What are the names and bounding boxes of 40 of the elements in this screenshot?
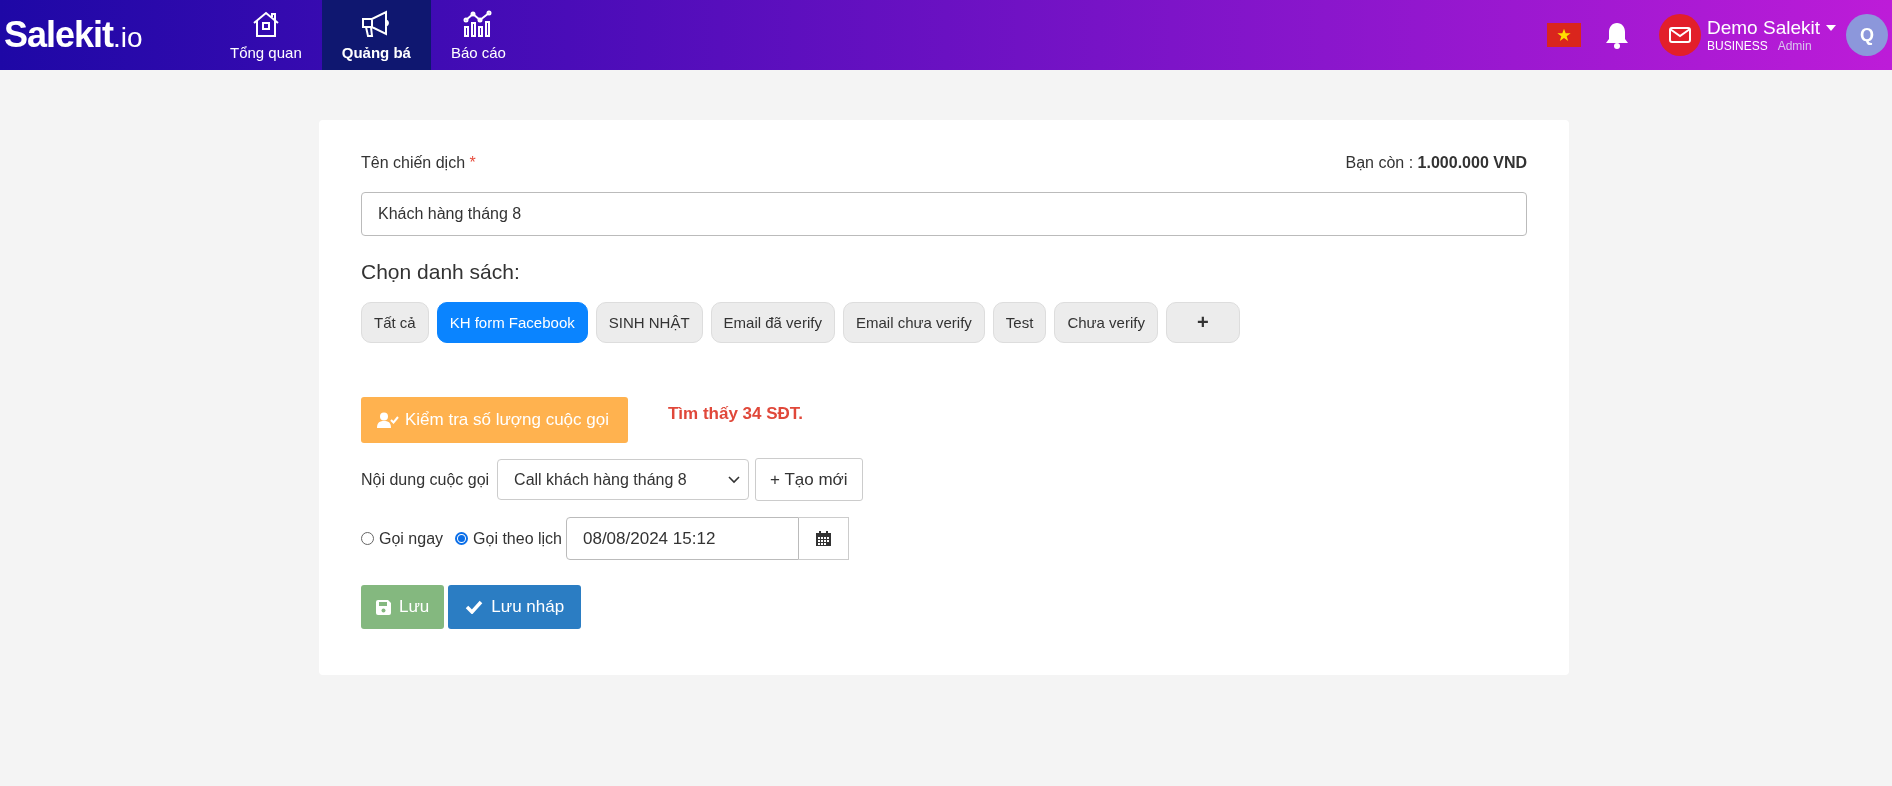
add-list-button[interactable]: +: [1165, 302, 1240, 343]
calendar-button[interactable]: [799, 517, 849, 560]
nav-tab[interactable]: Quảng bá: [321, 0, 431, 70]
radio-label[interactable]: Gọi ngay: [379, 529, 444, 548]
nav-tab[interactable]: Tổng quan: [210, 0, 322, 70]
list-chip[interactable]: Test: [992, 302, 1047, 343]
chevron-down-icon: [728, 475, 741, 484]
role-label: Admin: [1777, 39, 1812, 53]
radio-button[interactable]: [455, 532, 469, 545]
user-check-icon: [377, 412, 399, 428]
list-chip[interactable]: KH form Facebook: [436, 302, 588, 343]
campaign-name-input[interactable]: Khách hàng tháng 8: [361, 192, 1527, 236]
nav-tab[interactable]: Báo cáo: [430, 0, 526, 70]
create-script-button[interactable]: + Tạo mới: [755, 458, 863, 501]
checkmark-icon: [465, 600, 484, 614]
call-script-select[interactable]: Call khách hàng tháng 8: [497, 459, 750, 500]
radio-button[interactable]: [361, 532, 374, 545]
list-chip[interactable]: Email chưa verify: [842, 302, 985, 343]
found-count-text: Tìm thấy 34 SĐT.: [667, 404, 804, 424]
list-chip[interactable]: SINH NHẬT: [595, 302, 703, 343]
caret-icon[interactable]: [1826, 25, 1836, 31]
schedule-datetime-input[interactable]: 08/08/2024 15:12: [566, 517, 799, 560]
campaign-name-label: Tên chiến dịch *: [361, 154, 476, 172]
call-script-label: Nội dung cuộc gọi: [361, 470, 490, 489]
balance-text: Bạn còn : 1.000.000 VND: [1345, 154, 1527, 172]
calendar-icon: [816, 531, 831, 546]
notification-bell-icon[interactable]: [1605, 21, 1629, 49]
list-heading: Chọn danh sách:: [361, 260, 521, 284]
radio-label[interactable]: Gọi theo lịch: [473, 529, 562, 548]
brand-name: Salekit: [4, 14, 114, 56]
save-draft-button[interactable]: Lưu nháp: [448, 585, 582, 629]
flag-icon[interactable]: [1547, 23, 1581, 47]
list-chip[interactable]: Chưa verify: [1054, 302, 1158, 343]
user-name[interactable]: Demo Salekit: [1707, 17, 1820, 39]
brand-suffix: .io: [113, 22, 143, 54]
list-chip[interactable]: Tất cả: [361, 302, 429, 343]
plan-label: BUSINESS: [1707, 39, 1768, 53]
list-chip[interactable]: Email đã verify: [710, 302, 835, 343]
bar-chart-icon: [463, 9, 494, 38]
mail-icon[interactable]: [1659, 14, 1701, 56]
